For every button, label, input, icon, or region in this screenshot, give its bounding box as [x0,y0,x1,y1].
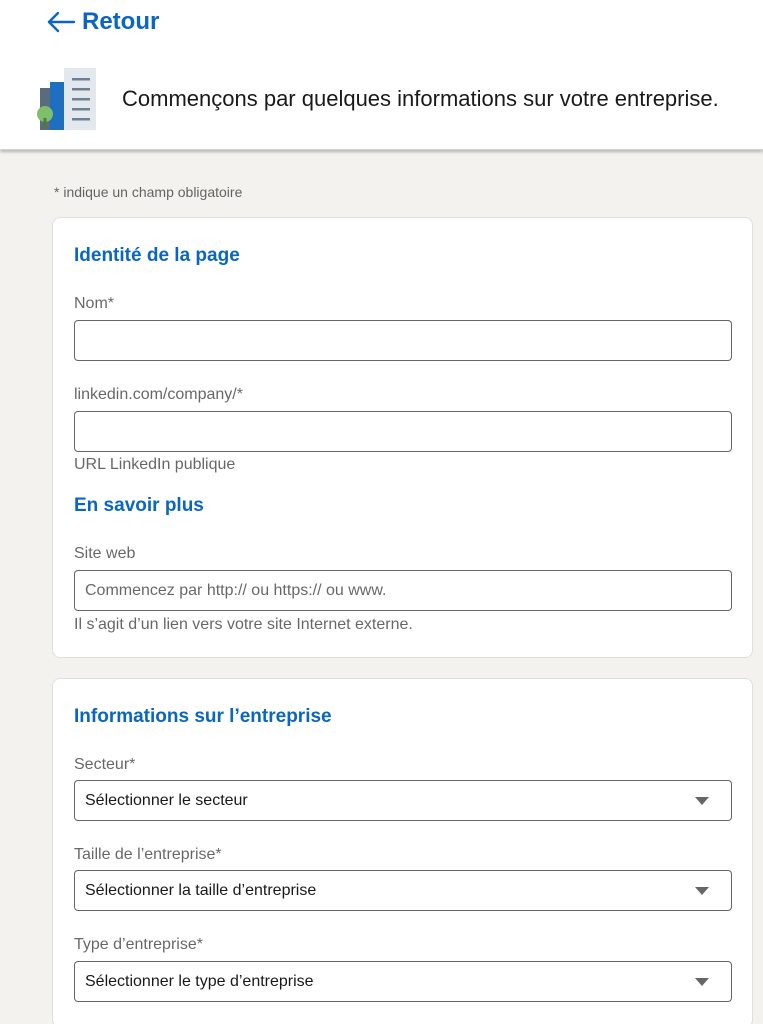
company-info-card: Informations sur l’entreprise Secteur* S… [52,678,753,1024]
sector-select-value: Sélectionner le secteur [85,792,248,809]
url-hint: URL LinkedIn publique [74,456,236,473]
page-identity-card: Identité de la page Nom* linkedin.com/co… [52,217,753,658]
caret-down-icon [695,797,709,805]
company-type-select[interactable]: Sélectionner le type d’entreprise [74,961,732,1002]
section-title-company-info: Informations sur l’entreprise [74,706,332,727]
section-title-learn-more: En savoir plus [74,495,204,516]
company-url-input[interactable] [74,411,732,452]
page-header: Retour Commençons par quelques informati… [0,0,763,150]
section-title-page-identity: Identité de la page [74,245,240,266]
back-label: Retour [82,8,160,35]
website-label: Site web [74,545,136,562]
back-link[interactable]: Retour [46,8,159,36]
company-type-select-value: Sélectionner le type d’entreprise [85,973,314,990]
sector-select[interactable]: Sélectionner le secteur [74,780,732,821]
arrow-left-icon [47,11,76,33]
intro: Commençons par quelques informations sur… [36,66,719,132]
url-label: linkedin.com/company/* [74,386,243,403]
sector-label: Secteur* [74,756,136,773]
company-building-icon [37,68,96,130]
website-hint: Il s’agit d’un lien vers votre site Inte… [74,616,413,633]
size-label: Taille de l’entreprise* [74,846,222,863]
caret-down-icon [695,887,709,895]
name-label: Nom* [74,295,115,312]
company-size-select-value: Sélectionner la taille d’entreprise [85,882,317,899]
name-input[interactable] [74,320,732,361]
company-size-select[interactable]: Sélectionner la taille d’entreprise [74,870,732,911]
caret-down-icon [695,978,709,986]
type-label: Type d’entreprise* [74,936,203,953]
website-input[interactable] [74,570,732,611]
required-note: * indique un champ obligatoire [54,184,243,200]
intro-text: Commençons par quelques informations sur… [122,86,719,111]
